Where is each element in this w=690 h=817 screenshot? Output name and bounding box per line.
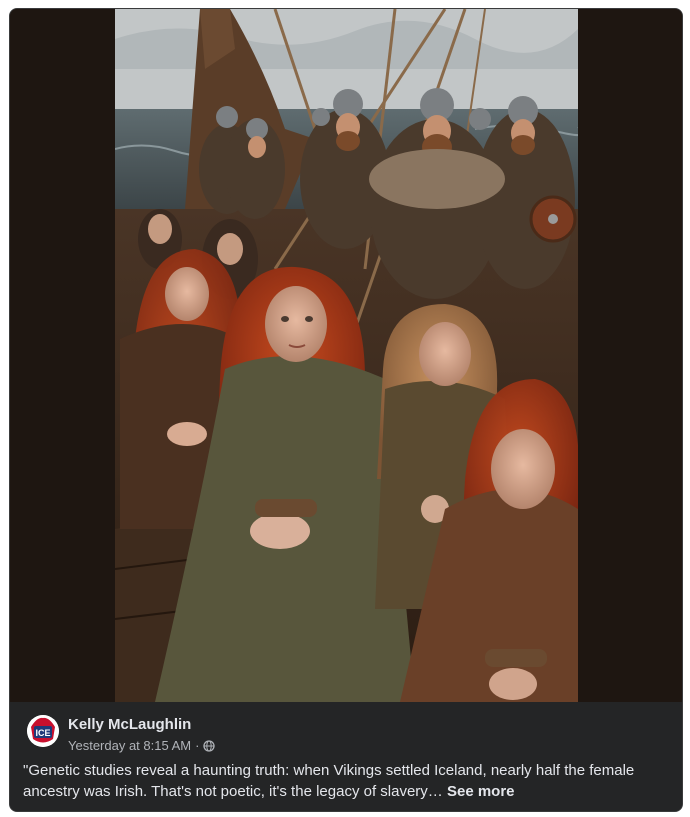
caption-text: "Genetic studies reveal a haunting truth…: [23, 762, 635, 800]
timestamp[interactable]: Yesterday at 8:15 AM: [68, 738, 191, 753]
avatar-badge-text: ICE: [35, 728, 50, 738]
ice-badge-icon: ICE: [27, 715, 59, 747]
viking-ship-photo: [115, 9, 578, 702]
post-media[interactable]: [10, 9, 682, 702]
avatar[interactable]: ICE: [27, 715, 59, 747]
author-name[interactable]: Kelly McLaughlin: [68, 716, 191, 733]
see-more-link[interactable]: See more: [447, 783, 515, 800]
post-card: ICE Kelly McLaughlin Yesterday at 8:15 A…: [9, 8, 683, 812]
post-caption: "Genetic studies reveal a haunting truth…: [23, 760, 663, 802]
globe-icon[interactable]: [203, 739, 216, 752]
post-photo[interactable]: [115, 9, 578, 702]
post-footer: ICE Kelly McLaughlin Yesterday at 8:15 A…: [10, 702, 682, 811]
post-meta: Yesterday at 8:15 AM ·: [68, 738, 216, 753]
meta-separator: ·: [195, 738, 200, 753]
